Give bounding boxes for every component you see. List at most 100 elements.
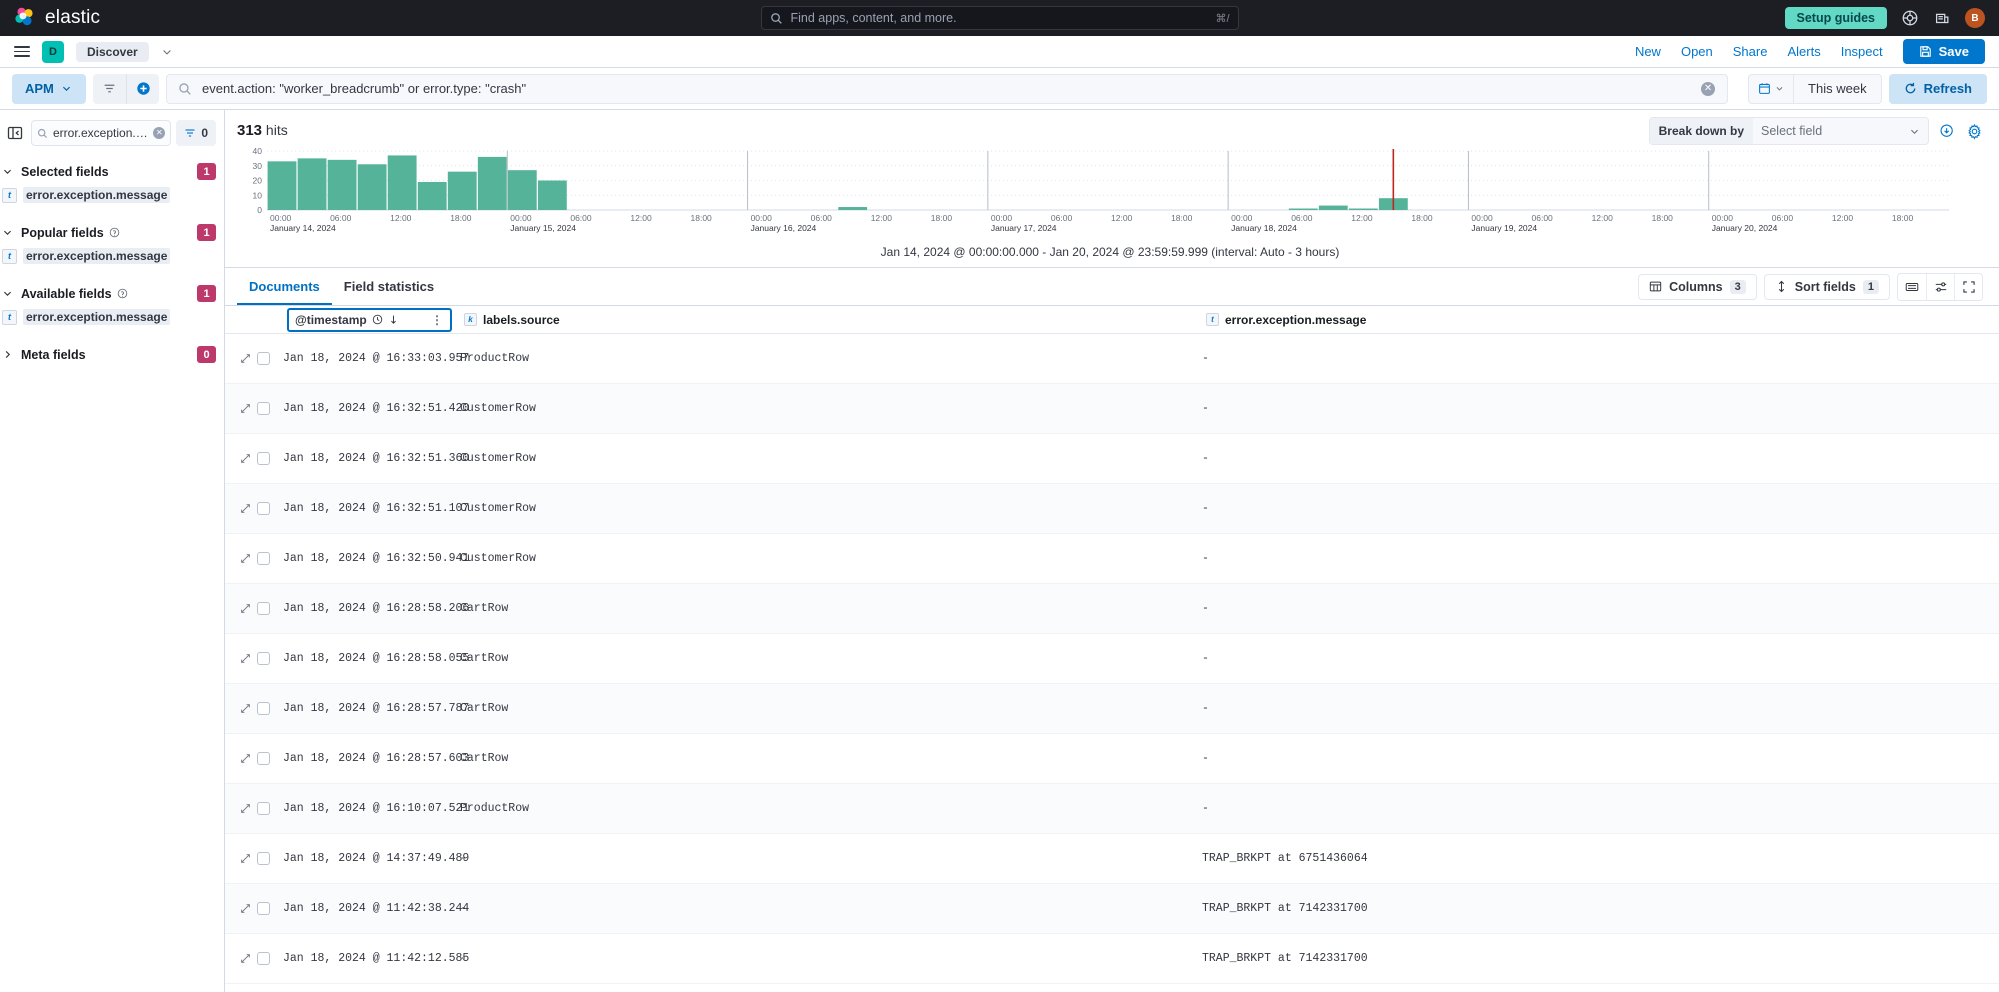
filter-options-button[interactable] — [93, 74, 126, 104]
elastic-logo[interactable]: elastic — [14, 7, 100, 29]
breakdown-field-select[interactable]: Select field — [1753, 118, 1928, 144]
table-row[interactable]: Jan 18, 2024 @ 16:32:51.360CustomerRow- — [225, 434, 1999, 484]
expand-document-icon[interactable] — [237, 453, 253, 464]
row-height-icon[interactable] — [1898, 274, 1926, 300]
row-select-checkbox[interactable] — [257, 802, 270, 815]
table-row[interactable]: Jan 18, 2024 @ 16:28:58.206CartRow- — [225, 584, 1999, 634]
data-view-picker[interactable]: APM — [12, 74, 86, 104]
field-filter-button[interactable]: 0 — [176, 120, 216, 146]
data-view-label: APM — [25, 81, 54, 96]
table-row[interactable]: Jan 18, 2024 @ 16:33:03.957ProductRow- — [225, 334, 1999, 384]
sidebar-field-error-exception-message[interactable]: t error.exception.message — [0, 183, 224, 207]
row-select-checkbox[interactable] — [257, 552, 270, 565]
sidebar-field-error-exception-message[interactable]: t error.exception.message — [0, 305, 224, 329]
expand-document-icon[interactable] — [237, 503, 253, 514]
row-select-checkbox[interactable] — [257, 902, 270, 915]
svg-text:06:00: 06:00 — [570, 213, 592, 223]
display-options-icon[interactable] — [1926, 274, 1954, 300]
date-range-label[interactable]: This week — [1794, 81, 1881, 96]
tab-documents[interactable]: Documents — [237, 269, 332, 305]
tab-field-statistics[interactable]: Field statistics — [332, 269, 446, 305]
table-row[interactable]: Jan 18, 2024 @ 11:42:38.244-TRAP_BRKPT a… — [225, 884, 1999, 934]
expand-document-icon[interactable] — [237, 603, 253, 614]
action-new[interactable]: New — [1635, 44, 1661, 59]
refresh-button[interactable]: Refresh — [1889, 74, 1987, 104]
expand-document-icon[interactable] — [237, 853, 253, 864]
help-icon[interactable] — [117, 288, 128, 299]
chevron-down-icon — [61, 83, 72, 94]
collapse-sidebar-icon[interactable] — [4, 122, 26, 144]
table-row[interactable]: Jan 18, 2024 @ 16:32:51.420CustomerRow- — [225, 384, 1999, 434]
chevron-down-icon[interactable] — [161, 46, 173, 58]
table-row[interactable]: Jan 18, 2024 @ 14:37:49.489-TRAP_BRKPT a… — [225, 834, 1999, 884]
action-inspect[interactable]: Inspect — [1841, 44, 1883, 59]
documents-grid[interactable]: Jan 18, 2024 @ 16:33:03.957ProductRow-Ja… — [225, 334, 1999, 992]
main-menu-icon[interactable] — [14, 43, 30, 60]
table-row[interactable]: Jan 18, 2024 @ 16:10:07.521ProductRow- — [225, 784, 1999, 834]
table-row[interactable]: Jan 18, 2024 @ 11:42:12.585-TRAP_BRKPT a… — [225, 934, 1999, 984]
field-group-header[interactable]: Popular fields 1 — [0, 221, 224, 244]
table-row[interactable]: Jan 18, 2024 @ 16:28:58.055CartRow- — [225, 634, 1999, 684]
expand-document-icon[interactable] — [237, 803, 253, 814]
field-group-header[interactable]: Meta fields 0 — [0, 343, 224, 366]
help-icon[interactable] — [1901, 9, 1919, 27]
expand-document-icon[interactable] — [237, 703, 253, 714]
action-share[interactable]: Share — [1733, 44, 1768, 59]
table-row[interactable]: Jan 18, 2024 @ 16:32:50.941CustomerRow- — [225, 534, 1999, 584]
fullscreen-icon[interactable] — [1954, 274, 1982, 300]
date-picker[interactable]: This week — [1748, 74, 1882, 104]
field-group-header[interactable]: Selected fields 1 — [0, 160, 224, 183]
save-button[interactable]: Save — [1903, 39, 1985, 64]
breadcrumb-discover[interactable]: Discover — [76, 42, 149, 62]
svg-text:06:00: 06:00 — [1532, 213, 1554, 223]
add-filter-button[interactable] — [126, 74, 159, 104]
row-select-checkbox[interactable] — [257, 602, 270, 615]
column-header-timestamp[interactable]: @timestamp ⋮ — [287, 308, 452, 332]
action-open[interactable]: Open — [1681, 44, 1713, 59]
row-select-checkbox[interactable] — [257, 352, 270, 365]
table-row[interactable]: Jan 18, 2024 @ 16:32:51.107CustomerRow- — [225, 484, 1999, 534]
columns-button[interactable]: Columns 3 — [1638, 274, 1757, 300]
row-select-checkbox[interactable] — [257, 452, 270, 465]
expand-document-icon[interactable] — [237, 753, 253, 764]
query-input[interactable]: event.action: "worker_breadcrumb" or err… — [166, 74, 1728, 104]
table-row[interactable]: Jan 18, 2024 @ 16:28:57.787CartRow- — [225, 684, 1999, 734]
row-select-checkbox[interactable] — [257, 952, 270, 965]
row-select-checkbox[interactable] — [257, 852, 270, 865]
row-select-checkbox[interactable] — [257, 752, 270, 765]
column-actions-icon[interactable]: ⋮ — [431, 313, 444, 327]
save-visualization-icon[interactable] — [1939, 123, 1956, 140]
field-search-input[interactable]: error.exception.me ✕ — [31, 120, 171, 146]
sort-fields-button[interactable]: Sort fields 1 — [1764, 274, 1890, 300]
table-row[interactable]: Jan 18, 2024 @ 16:28:57.603CartRow- — [225, 734, 1999, 784]
action-alerts[interactable]: Alerts — [1787, 44, 1820, 59]
expand-document-icon[interactable] — [237, 353, 253, 364]
histogram-canvas[interactable]: 01020304000:00January 14, 202406:0012:00… — [237, 145, 1983, 240]
expand-document-icon[interactable] — [237, 953, 253, 964]
expand-document-icon[interactable] — [237, 903, 253, 914]
column-header-labels-source[interactable]: k labels.source — [464, 313, 1206, 327]
sort-desc-icon[interactable] — [388, 314, 399, 325]
row-select-checkbox[interactable] — [257, 502, 270, 515]
expand-document-icon[interactable] — [237, 553, 253, 564]
row-select-checkbox[interactable] — [257, 652, 270, 665]
row-select-checkbox[interactable] — [257, 702, 270, 715]
news-feed-icon[interactable] — [1933, 9, 1951, 27]
row-select-checkbox[interactable] — [257, 402, 270, 415]
expand-document-icon[interactable] — [237, 653, 253, 664]
sidebar-field-error-exception-message[interactable]: t error.exception.message — [0, 244, 224, 268]
user-avatar[interactable]: B — [1965, 8, 1985, 28]
cell-timestamp: Jan 18, 2024 @ 16:32:50.941 — [283, 552, 448, 565]
global-search-input[interactable]: Find apps, content, and more. ⌘/ — [761, 6, 1239, 30]
column-header-error-exception-message[interactable]: t error.exception.message — [1206, 313, 1999, 327]
breakdown-placeholder: Select field — [1761, 124, 1822, 138]
field-group-header[interactable]: Available fields 1 — [0, 282, 224, 305]
space-avatar[interactable]: D — [42, 41, 64, 63]
calendar-icon[interactable] — [1749, 75, 1794, 103]
clear-field-search-icon[interactable]: ✕ — [153, 127, 165, 139]
chart-options-gear-icon[interactable] — [1966, 123, 1983, 140]
clear-query-icon[interactable]: ✕ — [1701, 82, 1715, 96]
help-icon[interactable] — [109, 227, 120, 238]
setup-guides-button[interactable]: Setup guides — [1785, 7, 1887, 29]
expand-document-icon[interactable] — [237, 403, 253, 414]
